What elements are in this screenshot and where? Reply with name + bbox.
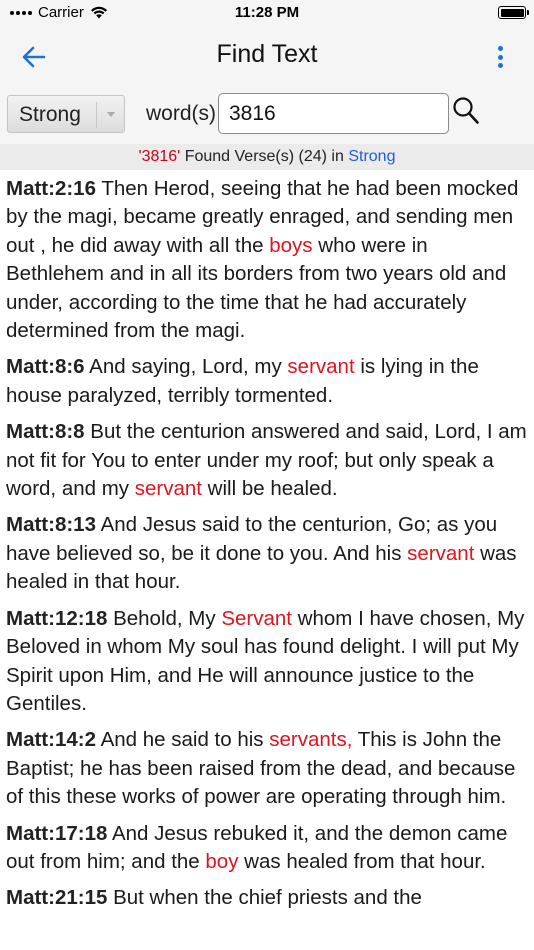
verse-highlight-word: boy (205, 849, 239, 873)
verse-text: was healed from that hour. (238, 849, 486, 873)
verse-text: will be healed. (201, 477, 338, 501)
search-row: Strong word(s) (0, 86, 534, 144)
verse-reference: Matt:12:18 (6, 606, 108, 630)
verse-item[interactable]: Matt:17:18 And Jesus rebuked it, and the… (0, 817, 534, 882)
search-type-value: Strong (19, 103, 81, 126)
verse-highlight-word: servant (287, 355, 355, 379)
verse-item[interactable]: Matt:8:13 And Jesus said to the centurio… (0, 508, 534, 601)
verse-text: And saying, Lord, my (84, 355, 288, 379)
verse-item[interactable]: Matt:8:8 But the centurion answered and … (0, 415, 534, 508)
result-query: '3816' (138, 148, 181, 165)
verse-item[interactable]: Matt:2:16 Then Herod, seeing that he had… (0, 172, 534, 350)
result-source-link[interactable]: Strong (348, 148, 395, 165)
verse-item[interactable]: Matt:14:2 And he said to his servants, T… (0, 723, 534, 816)
dropdown-divider (96, 102, 97, 128)
magnifier-icon[interactable] (452, 96, 480, 126)
verse-reference: Matt:8:13 (6, 513, 96, 537)
verse-reference: Matt:8:8 (6, 420, 85, 444)
status-time: 11:28 PM (234, 4, 300, 21)
verse-reference: Matt:17:18 (6, 821, 108, 845)
more-vertical-icon[interactable] (490, 43, 510, 71)
search-input[interactable] (218, 93, 449, 134)
battery-icon (498, 6, 529, 19)
page-title: Find Text (216, 40, 318, 68)
verse-list: Matt:2:16 Then Herod, seeing that he had… (0, 172, 534, 950)
verse-highlight-word: servant (134, 477, 202, 501)
verse-text: Behold, My (107, 606, 222, 630)
verse-text: But when the chief priests and the (107, 886, 422, 910)
verse-item[interactable]: Matt:12:18 Behold, My Servant whom I hav… (0, 602, 534, 724)
verse-reference: Matt:21:15 (6, 886, 108, 910)
result-count-text: Found Verse(s) (24) in (184, 148, 344, 165)
verse-highlight-word: boys (269, 233, 313, 257)
verse-highlight-word: servants, (269, 728, 353, 752)
status-bar: Carrier 11:28 PM (0, 0, 534, 26)
result-summary: '3816' Found Verse(s) (24) in Strong (0, 144, 534, 170)
verse-reference: Matt:14:2 (6, 728, 96, 752)
verse-item[interactable]: Matt:8:6 And saying, Lord, my servant is… (0, 350, 534, 415)
navigation-bar: Find Text (0, 26, 534, 86)
chevron-down-icon (107, 112, 115, 117)
verse-highlight-word: Servant (221, 606, 292, 630)
words-label: word(s) (146, 102, 217, 125)
verse-highlight-word: servant (407, 541, 475, 565)
verse-item[interactable]: Matt:21:15 But when the chief priests an… (0, 881, 534, 917)
verse-text: And he said to his (96, 728, 270, 752)
verse-reference: Matt:8:6 (6, 355, 85, 379)
verse-reference: Matt:2:16 (6, 177, 96, 200)
search-type-dropdown[interactable]: Strong (7, 95, 125, 133)
